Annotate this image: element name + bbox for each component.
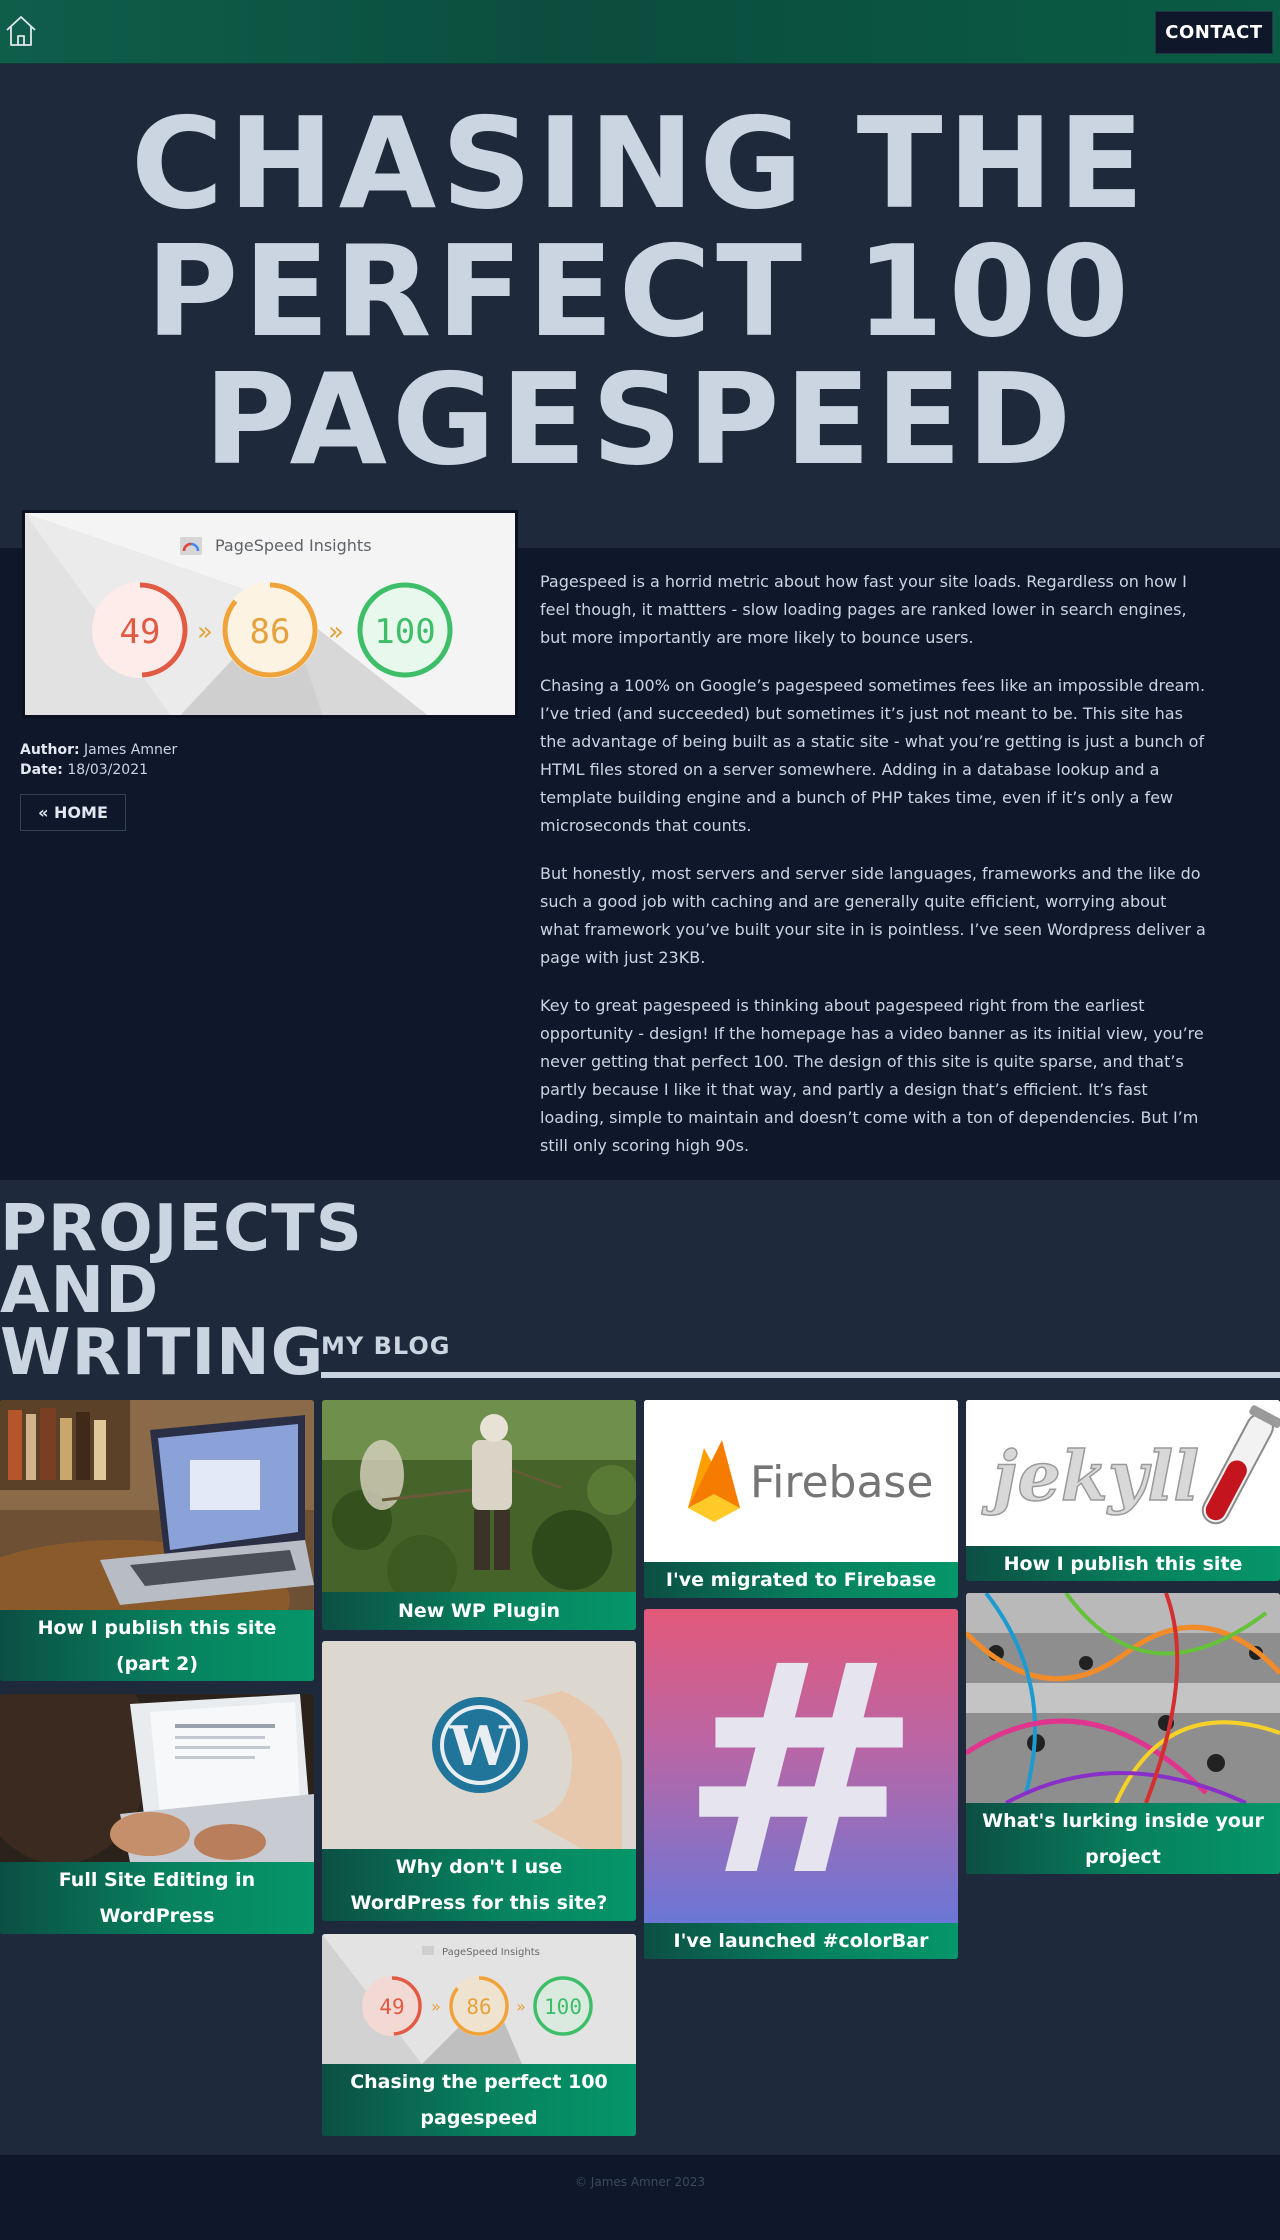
home-icon[interactable] [4,14,38,48]
top-navbar: CONTACT [0,0,1280,64]
copyright-text: © James Amner 2023 [574,2175,706,2189]
firebase-logo-text: Firebase [750,1457,933,1508]
blog-heading: MY BLOG [321,1332,451,1360]
post-meta: Author: James Amner Date: 18/03/2021 [20,740,177,780]
article-paragraph: Chasing a 100% on Google’s pagespeed som… [540,676,1206,835]
card-title[interactable]: Full Site Editing in WordPress [0,1862,314,1934]
card-thumbnail: Firebase [644,1400,958,1562]
blog-card[interactable]: How I publish this site (part 2) [0,1400,314,1681]
jekyll-logo-text: jekyll [981,1437,1199,1517]
svg-text:»: » [516,1997,526,2016]
blog-divider [321,1372,1280,1378]
psi-brand-text: PageSpeed Insights [215,536,372,555]
card-title[interactable]: New WP Plugin [322,1592,636,1630]
card-thumbnail [0,1400,314,1610]
blog-card[interactable]: New WP Plugin [322,1400,636,1630]
author-name: James Amner [84,742,178,758]
featured-image: PageSpeed Insights 49 » 86 » 100 [22,510,518,718]
score-poor: 49 [120,612,161,652]
article-body: Pagespeed is a horrid metric about how f… [540,568,1206,1180]
card-thumbnail: # [644,1609,958,1923]
blog-card[interactable]: Firebase I've migrated to Firebase [644,1400,958,1598]
card-thumbnail: PageSpeed Insights 49 » 86 » 100 [322,1934,636,2064]
blog-card[interactable]: jekyll How I publish this site [966,1400,1280,1581]
svg-text:100: 100 [544,1995,582,2019]
contact-button[interactable]: CONTACT [1155,11,1273,54]
blog-card[interactable]: What's lurking inside your project [966,1593,1280,1874]
chevron-right-icon: » [197,617,213,647]
post-date: 18/03/2021 [67,762,149,778]
card-title[interactable]: How I publish this site (part 2) [0,1610,314,1681]
score-average: 86 [250,612,291,652]
svg-text:PageSpeed Insights: PageSpeed Insights [442,1947,540,1958]
page-title: CHASING THE PERFECT 100 PAGESPEED [130,90,1150,493]
card-title[interactable]: I've launched #colorBar [644,1923,958,1959]
svg-text:W: W [449,1714,512,1778]
blog-card[interactable]: W Why don't I use WordPress for this sit… [322,1641,636,1921]
card-thumbnail [0,1694,314,1862]
card-thumbnail [966,1593,1280,1803]
svg-text:86: 86 [466,1995,491,2019]
svg-text:49: 49 [379,1995,404,2019]
card-title[interactable]: How I publish this site [966,1546,1280,1581]
date-label: Date: [20,762,63,778]
card-thumbnail [322,1400,636,1592]
blog-card[interactable]: Full Site Editing in WordPress [0,1694,314,1934]
svg-text:»: » [431,1997,441,2016]
pagespeed-scores-graphic: PageSpeed Insights 49 » 86 » 100 [25,513,515,715]
pagespeed-logo-icon [180,537,202,555]
card-title[interactable]: Why don't I use WordPress for this site? [322,1849,636,1921]
article-paragraph: Key to great pagespeed is thinking about… [540,996,1204,1155]
card-title[interactable]: Chasing the perfect 100 pagespeed [322,2064,636,2136]
card-thumbnail: W [322,1641,636,1849]
score-good: 100 [374,612,435,652]
hero-section: CHASING THE PERFECT 100 PAGESPEED [0,64,1280,548]
card-thumbnail: jekyll [966,1400,1280,1546]
footer: © James Amner 2023 [0,2155,1280,2240]
back-home-button[interactable]: « HOME [20,794,126,831]
author-label: Author: [20,742,80,758]
article-paragraph: But honestly, most servers and server si… [540,864,1206,967]
card-title[interactable]: What's lurking inside your project [966,1803,1280,1874]
blog-card[interactable]: PageSpeed Insights 49 » 86 » 100 Chasing… [322,1934,636,2136]
card-title[interactable]: I've migrated to Firebase [644,1562,958,1598]
projects-heading: PROJECTS AND WRITING [0,1192,363,1390]
blog-card[interactable]: # I've launched #colorBar [644,1609,958,1959]
article-paragraph: Pagespeed is a horrid metric about how f… [540,572,1187,647]
hash-icon: # [680,1609,923,1923]
chevron-right-icon: » [328,617,344,647]
